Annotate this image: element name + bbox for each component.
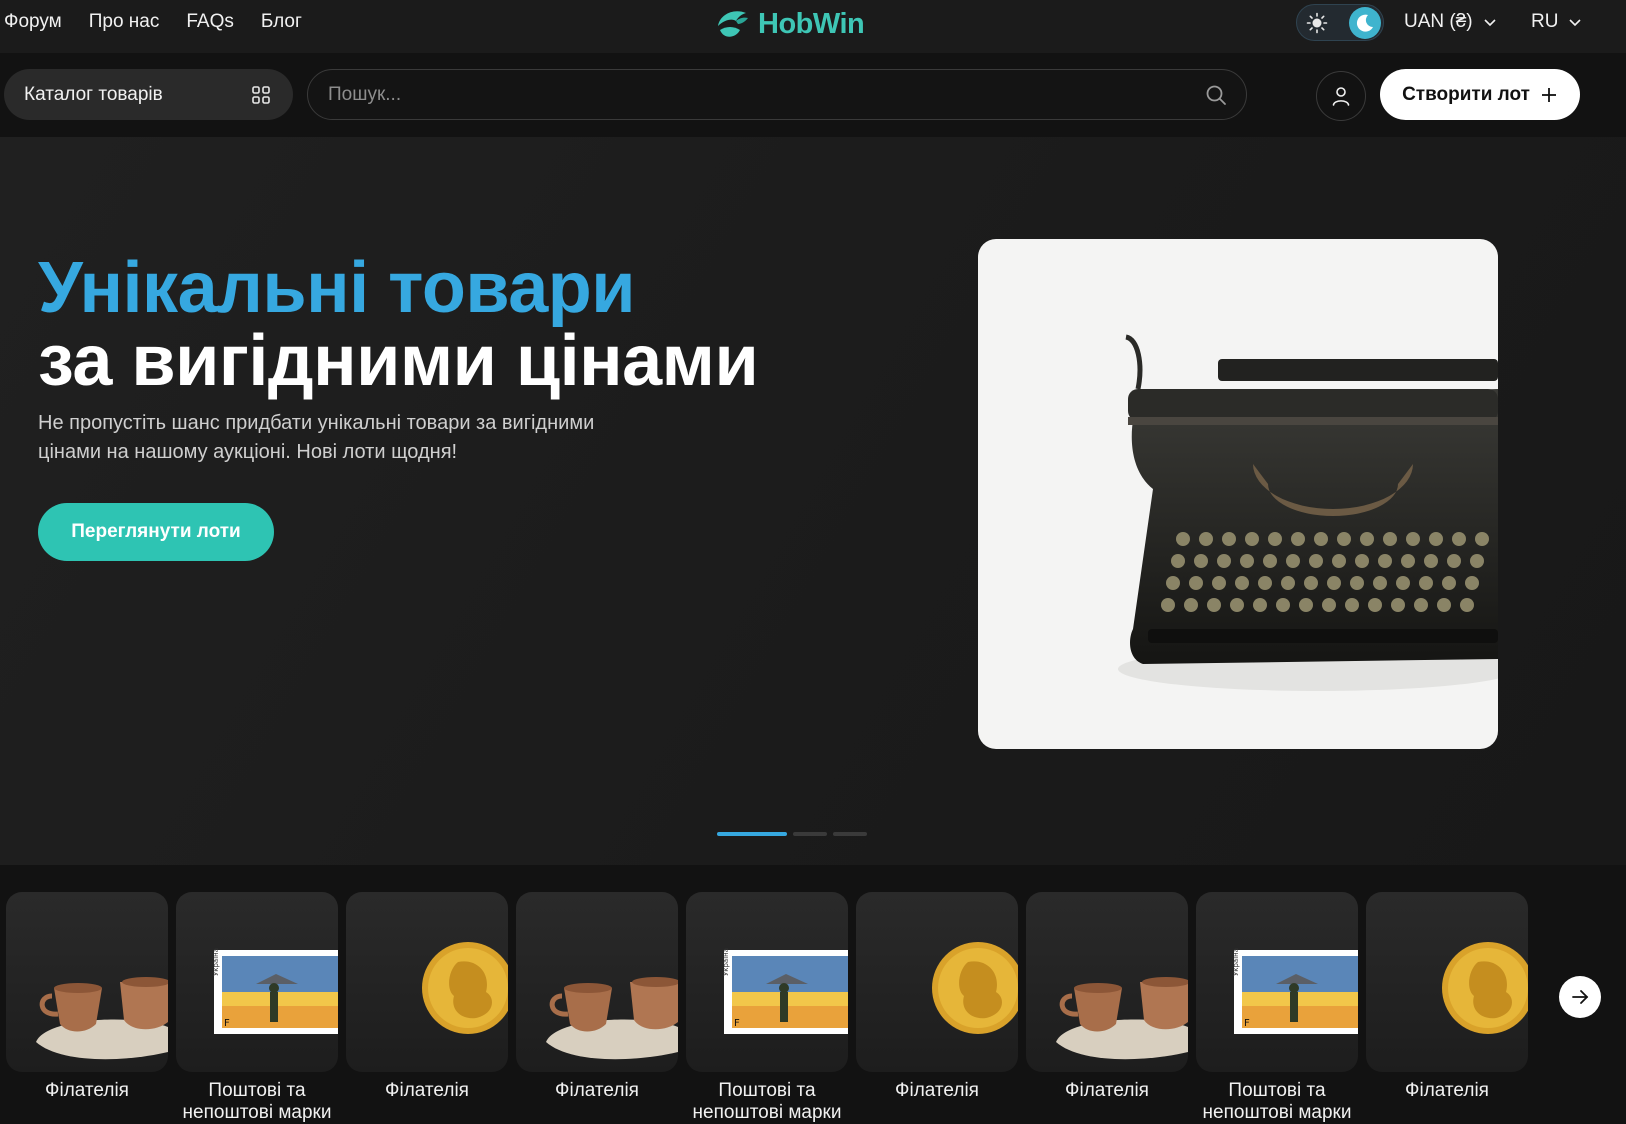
chevron-down-icon xyxy=(1569,19,1582,27)
search-icon[interactable] xyxy=(1204,83,1228,107)
category-thumbnail xyxy=(6,892,168,1072)
create-lot-label: Створити лот xyxy=(1402,83,1530,105)
category-thumbnail: Україна F xyxy=(686,892,848,1072)
logo[interactable]: HobWin xyxy=(712,4,865,44)
category-card[interactable]: Філателія xyxy=(346,892,508,1102)
hero-title: Унікальні товари за вигідними цінами xyxy=(38,248,759,401)
slider-dot-3[interactable] xyxy=(833,832,867,836)
user-account-button[interactable] xyxy=(1316,71,1366,121)
plus-icon xyxy=(1541,87,1556,102)
catalog-button[interactable]: Каталог товарів xyxy=(4,69,293,120)
category-label: Філателія xyxy=(45,1080,129,1101)
category-label: Філателія xyxy=(1405,1080,1489,1101)
currency-value: UAN (₴) xyxy=(1404,11,1473,32)
category-card[interactable]: Філателія xyxy=(1366,892,1528,1102)
hero-banner: Унікальні товари за вигідними цінами Не … xyxy=(0,137,1626,865)
svg-text:Україна: Україна xyxy=(212,948,220,976)
category-thumbnail xyxy=(516,892,678,1072)
svg-text:F: F xyxy=(734,1018,740,1029)
hero-image-card xyxy=(978,239,1498,749)
clay-cups-image xyxy=(36,977,168,1060)
search-box xyxy=(307,69,1247,120)
nav-link-faqs[interactable]: FAQs xyxy=(186,10,234,34)
category-card[interactable]: Філателія xyxy=(856,892,1018,1102)
search-input[interactable] xyxy=(328,70,1188,119)
slider-dot-2[interactable] xyxy=(793,832,827,836)
top-bar: Форум Про нас FAQs Блог HobWin UAN (₴) R… xyxy=(0,0,1626,53)
view-lots-button[interactable]: Переглянути лоти xyxy=(38,503,274,561)
category-card[interactable]: Філателія xyxy=(6,892,168,1102)
slider-dots xyxy=(717,832,867,836)
theme-toggle[interactable] xyxy=(1296,4,1384,41)
carousel-next-button[interactable] xyxy=(1559,976,1601,1018)
hero-subtitle: Не пропустіть шанс придбати унікальні то… xyxy=(38,412,595,463)
grid-icon xyxy=(252,85,270,104)
category-label: Поштові та непоштові марки xyxy=(182,1080,332,1123)
category-card[interactable]: Україна F Поштові та непоштові марки xyxy=(176,892,338,1124)
currency-select[interactable]: UAN (₴) xyxy=(1404,11,1497,33)
category-label: Філателія xyxy=(385,1080,469,1101)
clay-cups-image xyxy=(1056,977,1188,1060)
category-thumbnail xyxy=(346,892,508,1072)
category-label: Поштові та непоштові марки xyxy=(692,1080,842,1123)
category-thumbnail xyxy=(1026,892,1188,1072)
stamp-image: Україна F xyxy=(1232,948,1358,1034)
moon-icon[interactable] xyxy=(1349,7,1381,39)
create-lot-button[interactable]: Створити лот xyxy=(1380,69,1580,120)
nav-link-forum[interactable]: Форум xyxy=(4,10,62,34)
slider-dot-1[interactable] xyxy=(717,832,787,836)
search-row: Каталог товарів Створити лот xyxy=(0,53,1626,137)
top-nav: Форум Про нас FAQs Блог xyxy=(4,10,302,34)
clay-cups-image xyxy=(546,977,678,1060)
category-label: Поштові та непоштові марки xyxy=(1202,1080,1352,1123)
gold-coin-image xyxy=(422,942,508,1034)
category-thumbnail xyxy=(856,892,1018,1072)
category-card[interactable]: Україна F Поштові та непоштові марки xyxy=(1196,892,1358,1124)
language-select[interactable]: RU xyxy=(1531,11,1582,33)
nav-link-about[interactable]: Про нас xyxy=(89,10,160,34)
chevron-down-icon xyxy=(1484,19,1496,27)
category-thumbnail: Україна F xyxy=(1196,892,1358,1072)
category-card[interactable]: Філателія xyxy=(1026,892,1188,1102)
gold-coin-image xyxy=(932,942,1018,1034)
svg-text:Україна: Україна xyxy=(722,948,730,976)
category-card[interactable]: Філателія xyxy=(516,892,678,1102)
user-icon xyxy=(1332,87,1350,106)
hero-title-rest: за вигідними цінами xyxy=(38,321,759,401)
logo-text: HobWin xyxy=(758,7,865,40)
typewriter-image xyxy=(1118,334,1498,691)
svg-text:Україна: Україна xyxy=(1232,948,1240,976)
svg-text:F: F xyxy=(1244,1018,1250,1029)
gold-coin-image xyxy=(1442,942,1528,1034)
arrow-right-icon xyxy=(1572,990,1589,1004)
category-thumbnail: Україна F xyxy=(176,892,338,1072)
stamp-image: Україна F xyxy=(212,948,338,1034)
category-label: Філателія xyxy=(1065,1080,1149,1101)
category-carousel: Філателія Україна F Поштові та непоштові ма… xyxy=(0,865,1626,1124)
hero-title-accent: Унікальні товари xyxy=(38,248,636,328)
language-value: RU xyxy=(1531,11,1559,32)
category-card[interactable]: Україна F Поштові та непоштові марки xyxy=(686,892,848,1124)
category-thumbnail xyxy=(1366,892,1528,1072)
category-label: Філателія xyxy=(555,1080,639,1101)
nav-link-blog[interactable]: Блог xyxy=(261,10,302,34)
logo-mark-icon xyxy=(718,11,748,37)
svg-text:F: F xyxy=(224,1018,230,1029)
sun-icon[interactable] xyxy=(1304,10,1330,36)
catalog-label: Каталог товарів xyxy=(24,83,163,105)
category-label: Філателія xyxy=(895,1080,979,1101)
stamp-image: Україна F xyxy=(722,948,848,1034)
